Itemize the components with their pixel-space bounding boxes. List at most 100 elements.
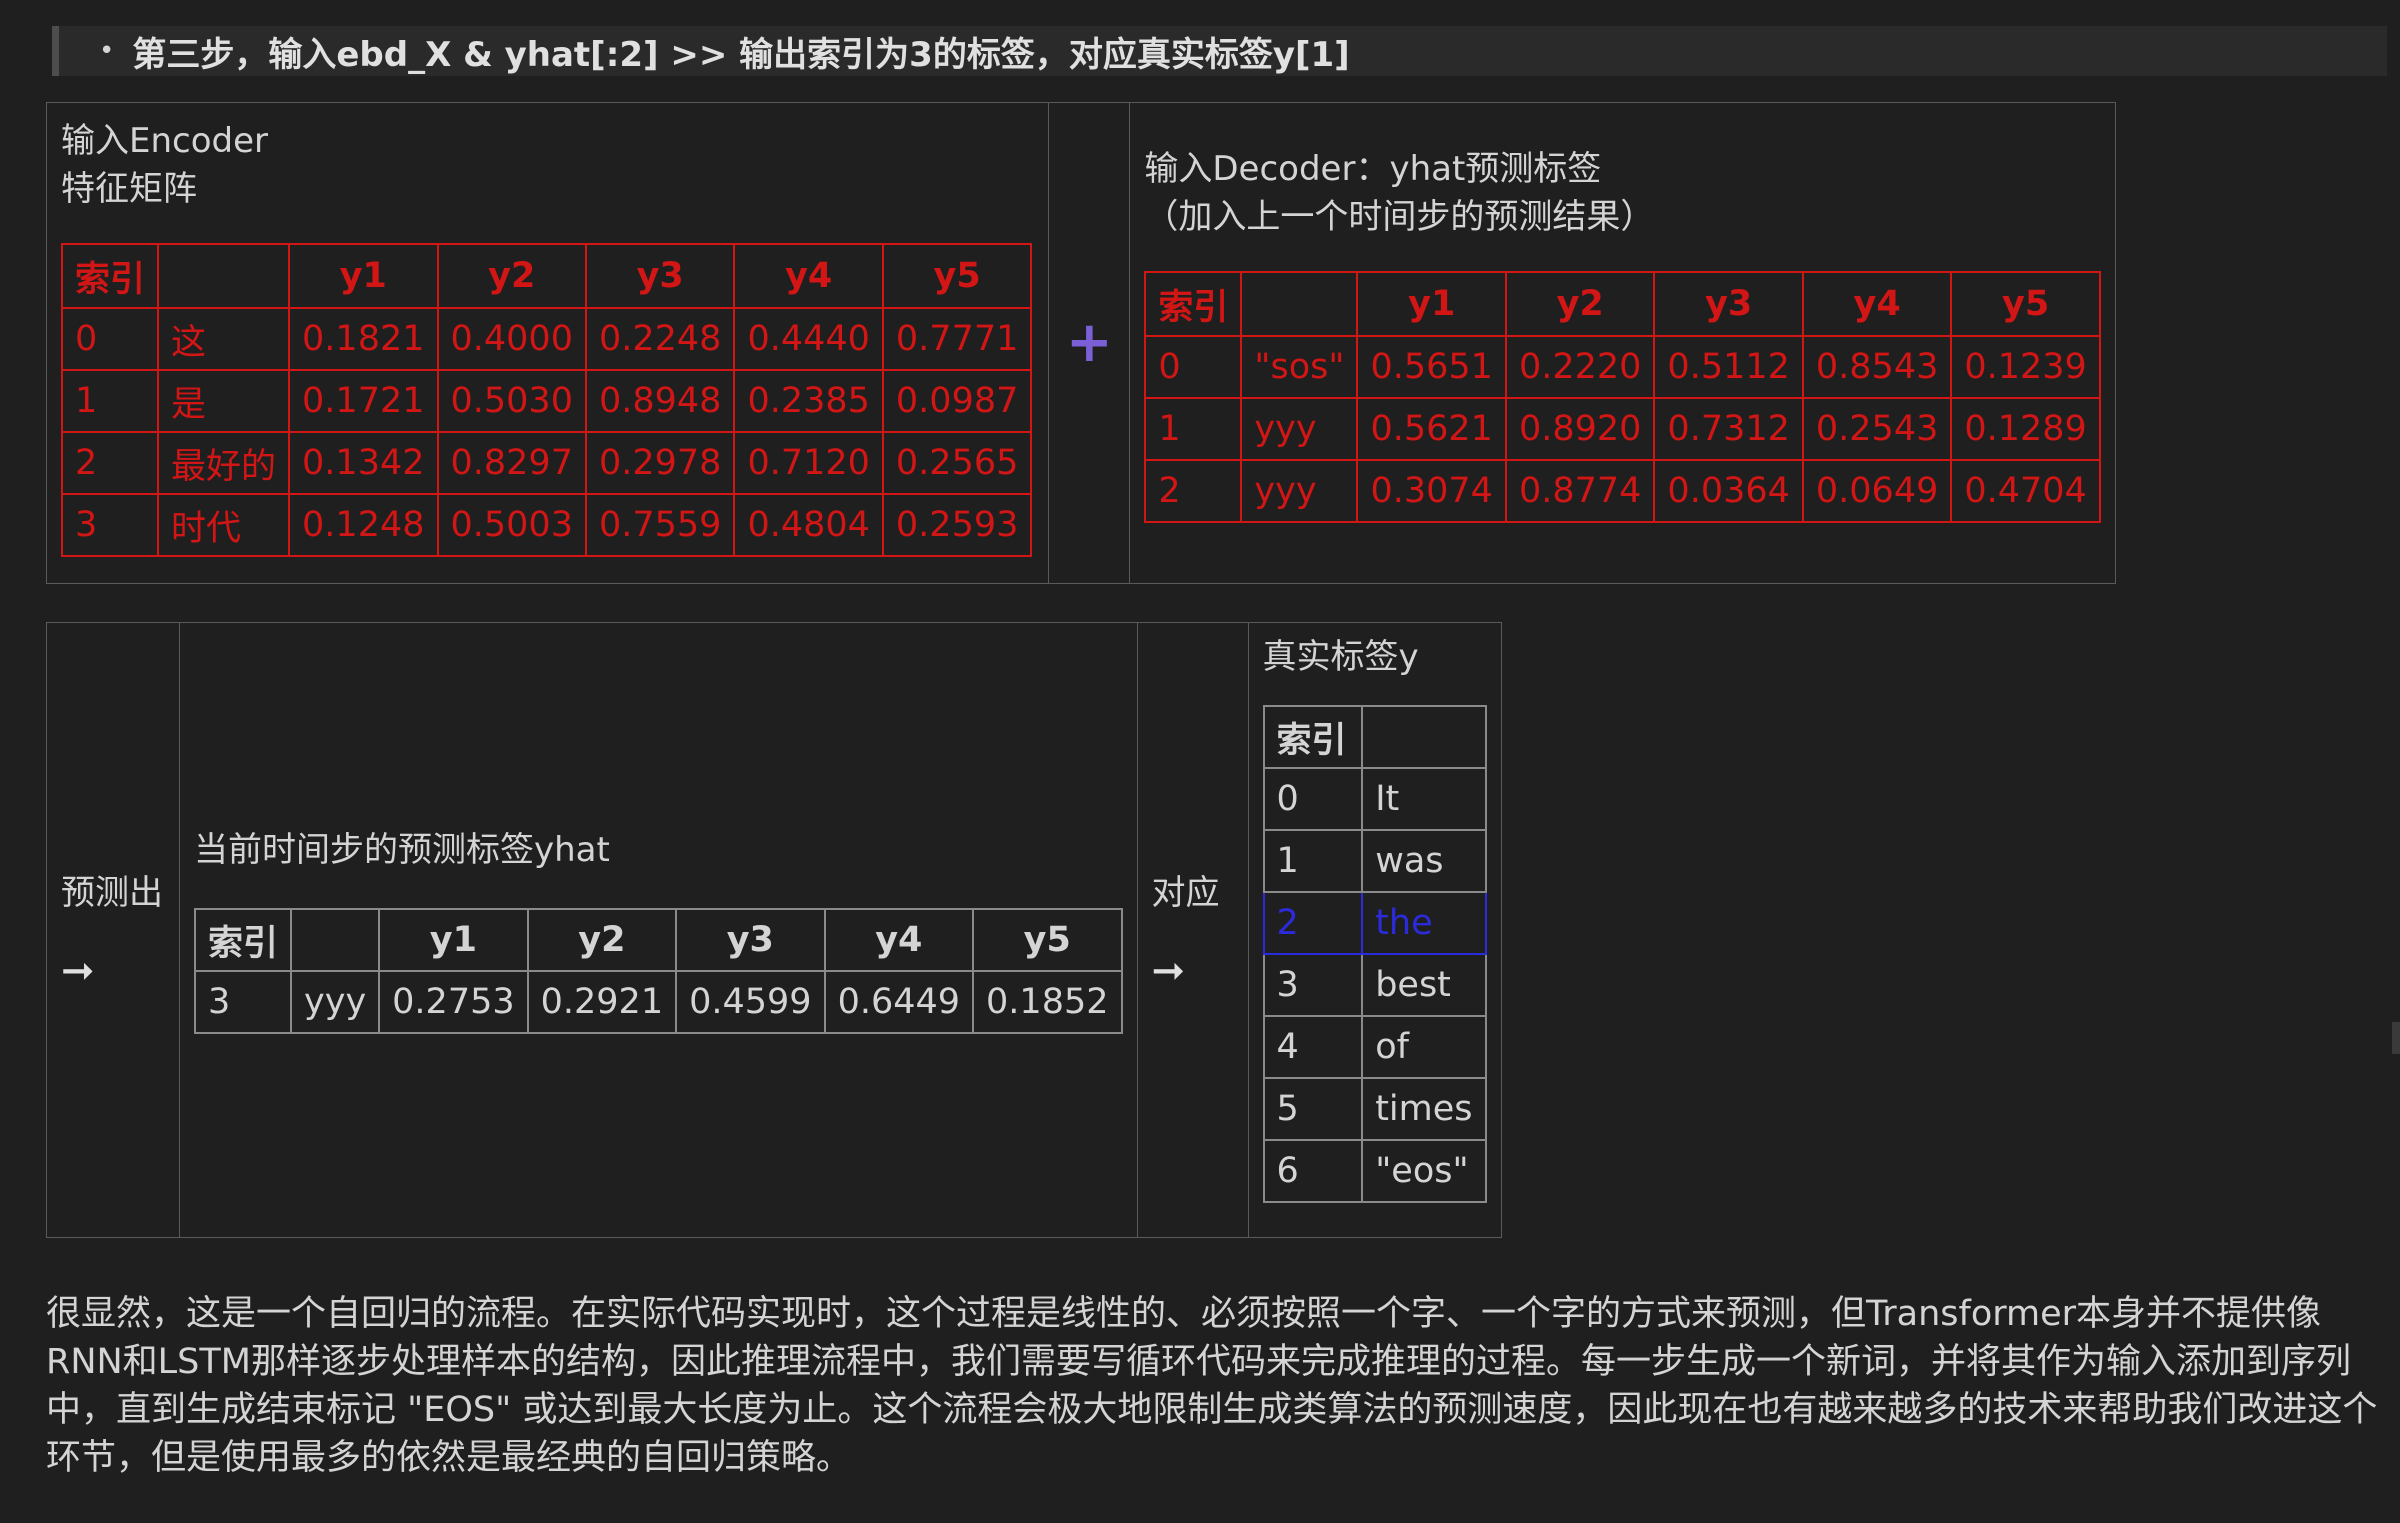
header-cell: y4	[823, 908, 975, 972]
table-cell: 0.4804	[733, 493, 884, 557]
table-cell: 0.1248	[288, 493, 439, 557]
table-row: 1 yyy 0.5621 0.8920 0.7312 0.2543 0.1289	[1144, 397, 2101, 461]
table-cell: 0.4599	[675, 970, 826, 1034]
table-cell: 0.1239	[1950, 335, 2101, 399]
header-cell: y1	[288, 243, 439, 309]
table-cell: 0.8297	[436, 431, 587, 495]
decoder-label-line1: 输入Decoder：yhat预测标签	[1144, 149, 1602, 189]
predict-cell: 预测出 ➞	[46, 622, 180, 1238]
table-cell: 5	[1262, 1077, 1364, 1141]
table-cell: 0	[1144, 335, 1243, 399]
table-cell: 0.5651	[1356, 335, 1507, 399]
table-cell: yyy	[1240, 397, 1359, 461]
table-cell: best	[1361, 953, 1487, 1017]
plus-icon: +	[1065, 310, 1113, 375]
correspond-label: 对应	[1151, 873, 1220, 913]
truth-cell: 真实标签y 索引 0 It 1 was 2 the 3 best 4 of 5 …	[1247, 622, 1502, 1238]
table-cell: 2	[60, 431, 160, 495]
table-cell: was	[1361, 829, 1487, 893]
table-cell: 0.1821	[288, 307, 439, 371]
header-cell	[1240, 271, 1359, 337]
table-cell: 0.7120	[733, 431, 884, 495]
table-cell: "eos"	[1361, 1139, 1487, 1203]
header-cell: 索引	[1144, 271, 1243, 337]
right-arrow-icon: ➞	[1151, 948, 1186, 994]
header-cell: y2	[1504, 271, 1656, 337]
predict-label: 预测出	[61, 873, 163, 913]
decoder-matrix: 索引 y1 y2 y3 y4 y5 0 "sos" 0.5651 0.2220 …	[1144, 271, 2101, 523]
table-cell: 时代	[157, 493, 291, 557]
current-label: 当前时间步的预测标签yhat	[194, 830, 610, 870]
header-cell: y4	[1801, 271, 1953, 337]
encoder-matrix: 索引 y1 y2 y3 y4 y5 0 这 0.1821 0.4000 0.22…	[60, 243, 1033, 557]
table-cell: 0.5030	[436, 369, 587, 433]
header-cell: 索引	[193, 908, 293, 972]
table-cell: times	[1361, 1077, 1487, 1141]
table-cell: 3	[60, 493, 160, 557]
table-cell: 0.2978	[584, 431, 736, 495]
table-cell: 4	[1262, 1015, 1364, 1079]
header-cell: y1	[1356, 271, 1507, 337]
header-cell	[157, 243, 291, 309]
table-row: 3 yyy 0.2753 0.2921 0.4599 0.6449 0.1852	[193, 970, 1123, 1034]
header-cell: y3	[675, 908, 826, 972]
decoder-label-line2: （加入上一个时间步的预测结果）	[1144, 197, 1655, 237]
table-cell: 0.5621	[1356, 397, 1507, 461]
table-row: 2 最好的 0.1342 0.8297 0.2978 0.7120 0.2565	[60, 431, 1033, 495]
table-cell: 0.7312	[1653, 397, 1804, 461]
header-cell: y3	[584, 243, 736, 309]
table-cell: 0.2543	[1801, 397, 1953, 461]
table-cell: 0.5003	[436, 493, 587, 557]
table-cell: 0.0364	[1653, 459, 1804, 523]
right-arrow-icon: ➞	[61, 948, 95, 994]
encoder-cell: 输入Encoder 特征矩阵 索引 y1 y2 y3 y4 y5 0 这 0.1…	[45, 102, 1050, 584]
table-cell: 0.3074	[1356, 459, 1507, 523]
table-row: 2 yyy 0.3074 0.8774 0.0364 0.0649 0.4704	[1144, 459, 2101, 523]
table-cell: the	[1361, 891, 1487, 955]
table-cell: 2	[1262, 891, 1364, 955]
table-cell: 0.6449	[823, 970, 975, 1034]
table-cell: 0	[1262, 767, 1364, 831]
table-cell: of	[1361, 1015, 1487, 1079]
plus-cell: +	[1048, 102, 1131, 584]
table-cell: 0.2565	[881, 431, 1033, 495]
header-cell: y2	[436, 243, 587, 309]
truth-table: 索引 0 It 1 was 2 the 3 best 4 of 5 times …	[1262, 705, 1487, 1203]
bullet-icon: •	[99, 36, 115, 66]
current-cell: 当前时间步的预测标签yhat 索引 y1 y2 y3 y4 y5 3 yyy 0…	[179, 622, 1138, 1238]
header-cell	[1361, 705, 1487, 769]
output-diagram: 预测出 ➞ 当前时间步的预测标签yhat 索引 y1 y2 y3 y4 y5 3…	[46, 622, 1502, 1238]
header-cell: 索引	[60, 243, 160, 309]
table-cell: 3	[193, 970, 293, 1034]
table-row: 0 "sos" 0.5651 0.2220 0.5112 0.8543 0.12…	[1144, 335, 2101, 399]
table-cell: 0.0987	[881, 369, 1033, 433]
table-cell: 1	[1144, 397, 1243, 461]
table-cell: 0.1852	[972, 970, 1123, 1034]
input-diagram: 输入Encoder 特征矩阵 索引 y1 y2 y3 y4 y5 0 这 0.1…	[45, 102, 2116, 584]
table-cell: 0.2593	[881, 493, 1033, 557]
table-cell: 0.1342	[288, 431, 439, 495]
header-cell: y2	[526, 908, 678, 972]
table-cell: 最好的	[157, 431, 291, 495]
table-cell: 0.8774	[1504, 459, 1656, 523]
scrollbar-marker[interactable]	[2392, 1022, 2400, 1054]
table-row: 6 "eos"	[1262, 1139, 1487, 1203]
table-cell: 0.7771	[881, 307, 1033, 371]
table-cell: 1	[1262, 829, 1364, 893]
table-cell: 0.4000	[436, 307, 587, 371]
table-cell: It	[1361, 767, 1487, 831]
highlighted-row: 2 the	[1262, 891, 1487, 955]
table-row: 0 这 0.1821 0.4000 0.2248 0.4440 0.7771	[60, 307, 1033, 371]
table-cell: 0.2921	[526, 970, 678, 1034]
table-cell: 0.4704	[1950, 459, 2101, 523]
table-cell: yyy	[1240, 459, 1359, 523]
encoder-label-line1: 输入Encoder	[61, 121, 269, 161]
table-row: 1 was	[1262, 829, 1487, 893]
table-row: 3 时代 0.1248 0.5003 0.7559 0.4804 0.2593	[60, 493, 1033, 557]
step-heading: • 第三步，输入ebd_X & yhat[:2] >> 输出索引为3的标签，对应…	[52, 26, 2387, 76]
encoder-label-line2: 特征矩阵	[61, 169, 197, 209]
table-cell: 6	[1262, 1139, 1364, 1203]
table-cell: yyy	[290, 970, 381, 1034]
table-cell: 0.5112	[1653, 335, 1804, 399]
table-cell: 1	[60, 369, 160, 433]
